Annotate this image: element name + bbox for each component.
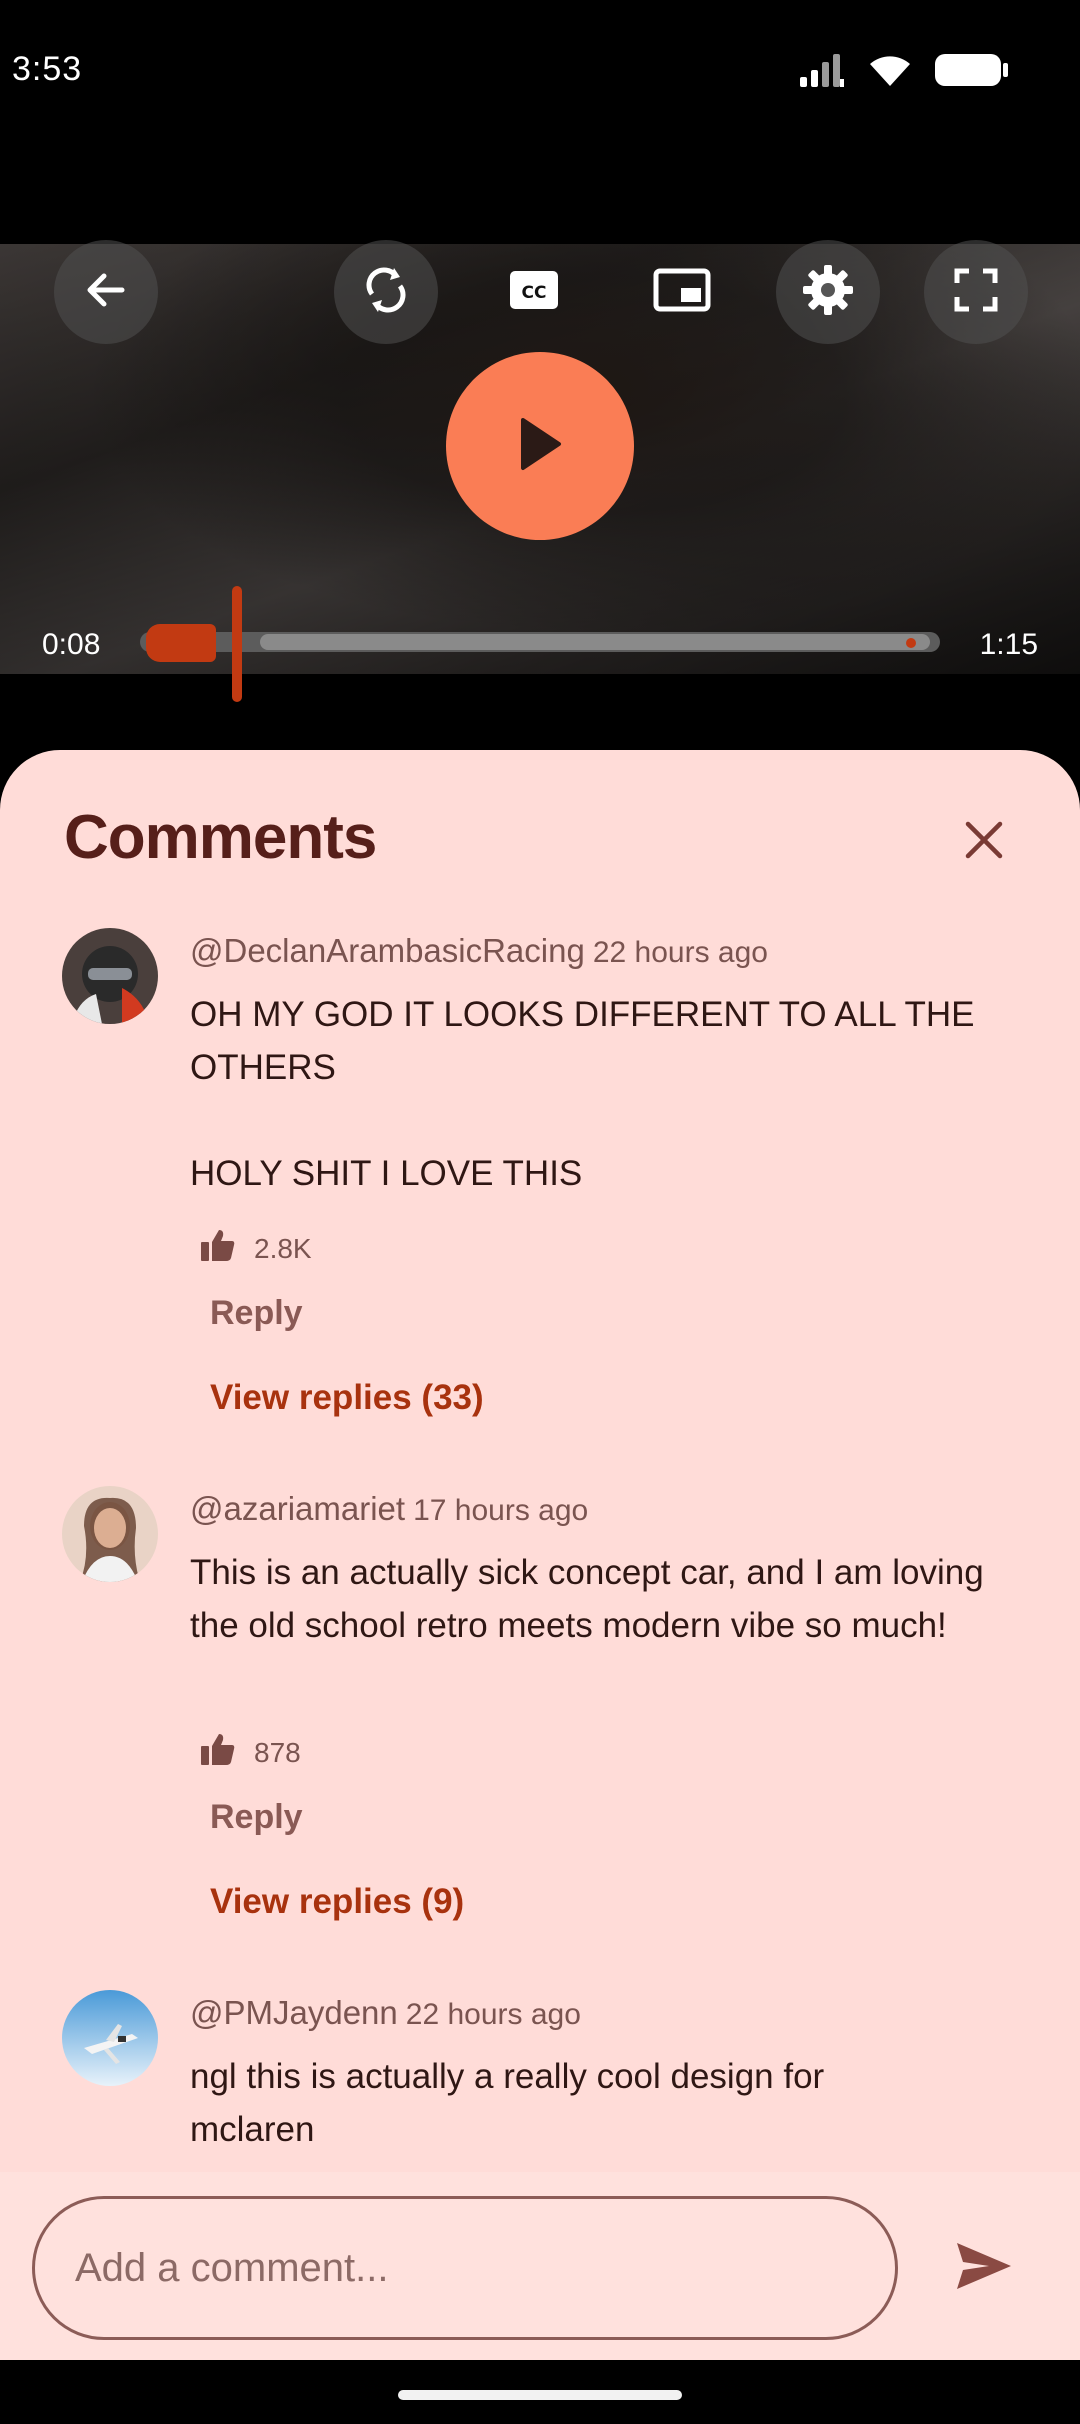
status-bar: 3:53	[0, 0, 1080, 140]
comment-header: @DeclanArambasicRacing 22 hours ago	[190, 932, 768, 970]
send-icon	[955, 2241, 1013, 2296]
comment-username[interactable]: @azariamariet	[190, 1490, 405, 1527]
avatar[interactable]	[62, 928, 158, 1024]
comment-item: @DeclanArambasicRacing 22 hours ago OH MY…	[0, 928, 1080, 1417]
seek-played	[146, 624, 216, 662]
comment-composer	[0, 2172, 1080, 2360]
send-button[interactable]	[944, 2228, 1024, 2308]
comment-input[interactable]	[32, 2196, 898, 2340]
comment-item: @azariamariet 17 hours ago This is an act…	[0, 1486, 1080, 1921]
navigation-bar	[0, 2360, 1080, 2424]
pip-button[interactable]	[630, 240, 734, 344]
view-replies-button[interactable]: View replies (9)	[210, 1882, 464, 1922]
comment-username[interactable]: @DeclanArambasicRacing	[190, 932, 585, 969]
like-count: 878	[254, 1736, 301, 1768]
comment-text: OH MY GOD IT LOOKS DIFFERENT TO ALL THE …	[190, 995, 975, 1193]
autoplay-icon	[360, 264, 412, 321]
fullscreen-button[interactable]	[924, 240, 1028, 344]
seek-thumb[interactable]	[232, 586, 242, 702]
reply-button[interactable]: Reply	[210, 1798, 303, 1837]
comment-username[interactable]: @PMJaydenn	[190, 1994, 398, 2031]
status-time: 3:53	[12, 50, 83, 88]
comment-text: ngl this is actually a really cool desig…	[190, 2057, 834, 2149]
sheet-title: Comments	[64, 803, 377, 872]
wifi-icon	[868, 53, 912, 92]
closed-captions-icon: CC	[508, 269, 560, 316]
close-icon	[964, 820, 1004, 865]
back-arrow-icon	[82, 266, 130, 319]
comment-text: This is an actually sick concept car, an…	[190, 1553, 994, 1645]
play-icon	[515, 416, 565, 477]
comment-item: @PMJaydenn 22 hours ago ngl this is actua…	[0, 1990, 1080, 2190]
seek-end-marker	[906, 638, 916, 648]
avatar[interactable]	[62, 1990, 158, 2086]
reply-button[interactable]: Reply	[210, 1294, 303, 1333]
seek-buffer	[260, 634, 930, 650]
avatar[interactable]	[62, 1486, 158, 1582]
comment-header: @PMJaydenn 22 hours ago	[190, 1994, 581, 2032]
settings-gear-icon	[801, 263, 855, 322]
back-button[interactable]	[54, 240, 158, 344]
settings-button[interactable]	[776, 240, 880, 344]
battery-icon	[934, 52, 1010, 93]
like-count: 2.8K	[254, 1232, 312, 1264]
like-button[interactable]: 2.8K	[200, 1228, 312, 1269]
comment-time: 22 hours ago	[592, 936, 768, 969]
play-button[interactable]	[446, 352, 634, 540]
video-player[interactable]: CC 0:08 1:15	[0, 140, 1080, 750]
fullscreen-icon	[953, 267, 999, 318]
comments-sheet: Comments @DeclanArambasicRacing 22 hours …	[0, 750, 1080, 2360]
picture-in-picture-icon	[653, 268, 711, 317]
thumbs-up-icon	[200, 1732, 236, 1773]
comment-time: 17 hours ago	[413, 1494, 589, 1527]
captions-button[interactable]: CC	[482, 240, 586, 344]
signal-icon	[798, 53, 846, 92]
close-button[interactable]	[952, 810, 1016, 874]
like-button[interactable]: 878	[200, 1732, 301, 1773]
total-time: 1:15	[979, 628, 1038, 661]
view-replies-button[interactable]: View replies (33)	[210, 1378, 484, 1418]
svg-text:CC: CC	[522, 283, 547, 303]
autoplay-button[interactable]	[334, 240, 438, 344]
comment-header: @azariamariet 17 hours ago	[190, 1490, 588, 1528]
current-time: 0:08	[42, 628, 101, 661]
home-gesture-handle[interactable]	[398, 2390, 682, 2400]
thumbs-up-icon	[200, 1228, 236, 1269]
status-icons	[798, 52, 1010, 93]
comment-time: 22 hours ago	[405, 1998, 581, 2031]
